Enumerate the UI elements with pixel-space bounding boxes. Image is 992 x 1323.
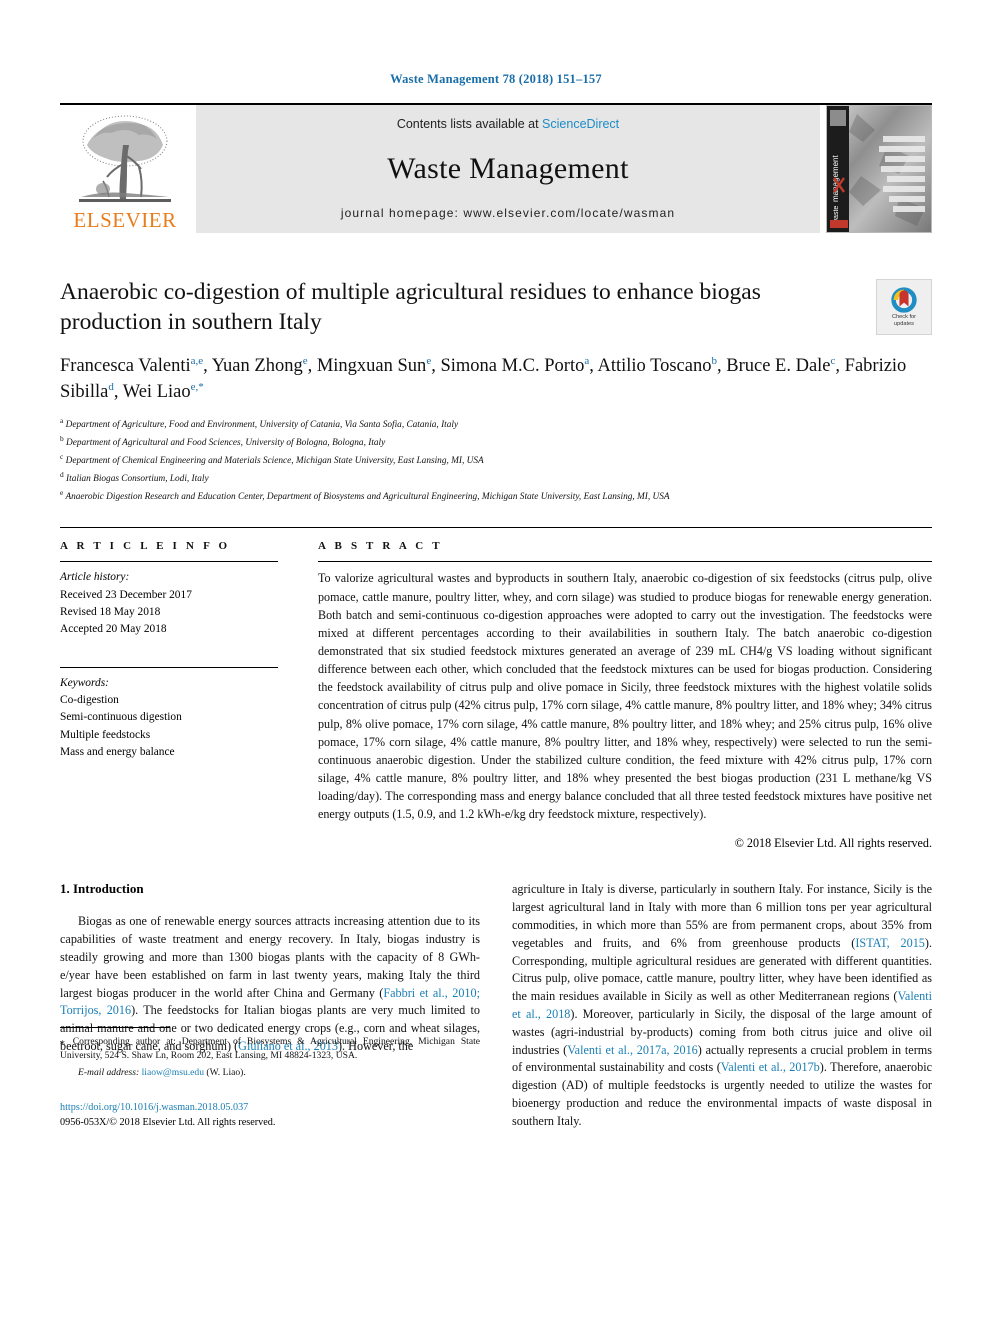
author-affil-mark: e: [426, 355, 432, 367]
author-item: Bruce E. Dalec: [726, 355, 836, 377]
affiliation-item: a Department of Agriculture, Food and En…: [60, 415, 459, 430]
author-affil-mark: e: [302, 355, 308, 367]
issn-copyright-line: 0956-053X/© 2018 Elsevier Ltd. All right…: [60, 1117, 276, 1129]
journal-masthead: ELSEVIER Contents lists available at Sci…: [60, 103, 932, 233]
article-info-column: A R T I C L E I N F O Article history: R…: [60, 540, 278, 851]
citation-link[interactable]: ISTAT, 2015: [855, 936, 925, 950]
email-label: E-mail address:: [78, 1067, 140, 1079]
history-item: Revised 18 May 2018: [60, 606, 161, 619]
abstract-column: A B S T R A C T To valorize agricultural…: [318, 540, 932, 851]
keyword-item: Semi-continuous digestion: [60, 711, 182, 724]
title-block: Anaerobic co-digestion of multiple agric…: [60, 277, 932, 337]
author-item: Mingxuan Sune: [316, 355, 432, 377]
doi-link[interactable]: https://doi.org/10.1016/j.wasman.2018.05…: [60, 1102, 248, 1113]
journal-homepage-link[interactable]: journal homepage: www.elsevier.com/locat…: [341, 206, 675, 220]
crossmark-icon: [891, 287, 917, 313]
elsevier-wordmark: ELSEVIER: [73, 208, 177, 232]
divider: [318, 561, 932, 563]
footer-block: https://doi.org/10.1016/j.wasman.2018.05…: [60, 1100, 480, 1131]
contents-list-line: Contents lists available at ScienceDirec…: [397, 117, 619, 131]
author-item: Yuan Zhonge: [211, 355, 308, 377]
footnote-marker: ⁎: [60, 1036, 67, 1048]
keywords-group: Keywords: Co-digestion Semi-continuous d…: [60, 675, 278, 762]
abstract-text: To valorize agricultural wastes and bypr…: [318, 571, 932, 822]
affiliation-item: c Department of Chemical Engineering and…: [60, 451, 484, 467]
crossmark-label: Check for updates: [892, 313, 916, 327]
keyword-item: Multiple feedstocks: [60, 728, 151, 741]
author-affil-mark: b: [711, 355, 717, 367]
introduction-paragraph-right: agriculture in Italy is diverse, particu…: [512, 882, 932, 1128]
keyword-item: Mass and energy balance: [60, 746, 175, 759]
author-affil-mark: c: [830, 355, 836, 367]
affiliation-item: d Italian Biogas Consortium, Lodi, Italy: [60, 470, 209, 485]
author-list: Francesca Valentia,e, Yuan Zhonge, Mingx…: [60, 355, 907, 403]
citation-link[interactable]: Valenti et al., 2017b: [721, 1060, 820, 1074]
corresponding-author-note: ⁎ Corresponding author at: Department of…: [60, 1036, 481, 1062]
body-column-left: 1. Introduction Biogas as one of renewab…: [60, 881, 480, 1130]
elsevier-logo: ELSEVIER: [60, 105, 190, 233]
author-affil-mark: d: [108, 381, 114, 394]
article-info-heading: A R T I C L E I N F O: [60, 540, 231, 553]
affiliation-item: b Department of Agricultural and Food Sc…: [60, 433, 386, 448]
author-affil-mark: a: [584, 355, 590, 367]
citation-link[interactable]: Valenti et al., 2017a, 2016: [567, 1043, 698, 1057]
body-columns: 1. Introduction Biogas as one of renewab…: [60, 881, 932, 1130]
page-title: Anaerobic co-digestion of multiple agric…: [60, 279, 761, 336]
crossmark-badge[interactable]: Check for updates: [876, 279, 932, 335]
affiliation-item: e Anaerobic Digestion Research and Educa…: [60, 488, 670, 503]
article-history-label: Article history:: [60, 571, 130, 584]
author-affil-mark: a,e: [190, 355, 204, 367]
footnote-divider: [60, 1027, 170, 1029]
divider: [60, 666, 278, 668]
author-item: Attilio Toscanob: [597, 355, 717, 377]
info-abstract-section: A R T I C L E I N F O Article history: R…: [60, 527, 932, 851]
history-item: Accepted 20 May 2018: [60, 623, 167, 636]
copyright-line: © 2018 Elsevier Ltd. All rights reserved…: [734, 836, 932, 851]
keyword-item: Co-digestion: [60, 694, 119, 707]
journal-title: Waste Management: [387, 151, 629, 185]
contents-prefix: Contents lists available at: [396, 117, 543, 131]
affiliation-list: a Department of Agriculture, Food and En…: [60, 415, 932, 506]
email-link[interactable]: liaow@msu.edu: [142, 1067, 204, 1078]
introduction-heading: 1. Introduction: [60, 881, 144, 897]
abstract-heading: A B S T R A C T: [318, 540, 443, 553]
abstract-body: To valorize agricultural wastes and bypr…: [318, 569, 932, 823]
author-affil-mark: e,*: [190, 381, 204, 394]
history-item: Received 23 December 2017: [60, 588, 192, 601]
email-note: E-mail address: liaow@msu.edu (W. Liao).: [60, 1066, 480, 1080]
divider: [60, 561, 278, 563]
journal-cover-thumbnail: management waste: [826, 105, 932, 233]
elsevier-tree-icon: [73, 111, 177, 209]
author-item: Wei Liaoe,*: [122, 381, 204, 403]
author-item: Francesca Valentia,e: [60, 355, 204, 377]
article-page: Waste Management 78 (2018) 151–157 ELSEV…: [0, 0, 992, 1323]
sciencedirect-link[interactable]: ScienceDirect: [542, 117, 619, 131]
body-column-right: agriculture in Italy is diverse, particu…: [512, 881, 932, 1130]
keywords-label: Keywords:: [60, 676, 109, 689]
author-item: Simona M.C. Portoa: [440, 355, 590, 377]
running-head: Waste Management 78 (2018) 151–157: [390, 72, 602, 86]
journal-band: Contents lists available at ScienceDirec…: [196, 105, 820, 233]
footnote-area: ⁎ Corresponding author at: Department of…: [60, 1009, 480, 1130]
email-suffix: (W. Liao).: [206, 1067, 246, 1079]
article-history: Article history: Received 23 December 20…: [60, 569, 278, 638]
